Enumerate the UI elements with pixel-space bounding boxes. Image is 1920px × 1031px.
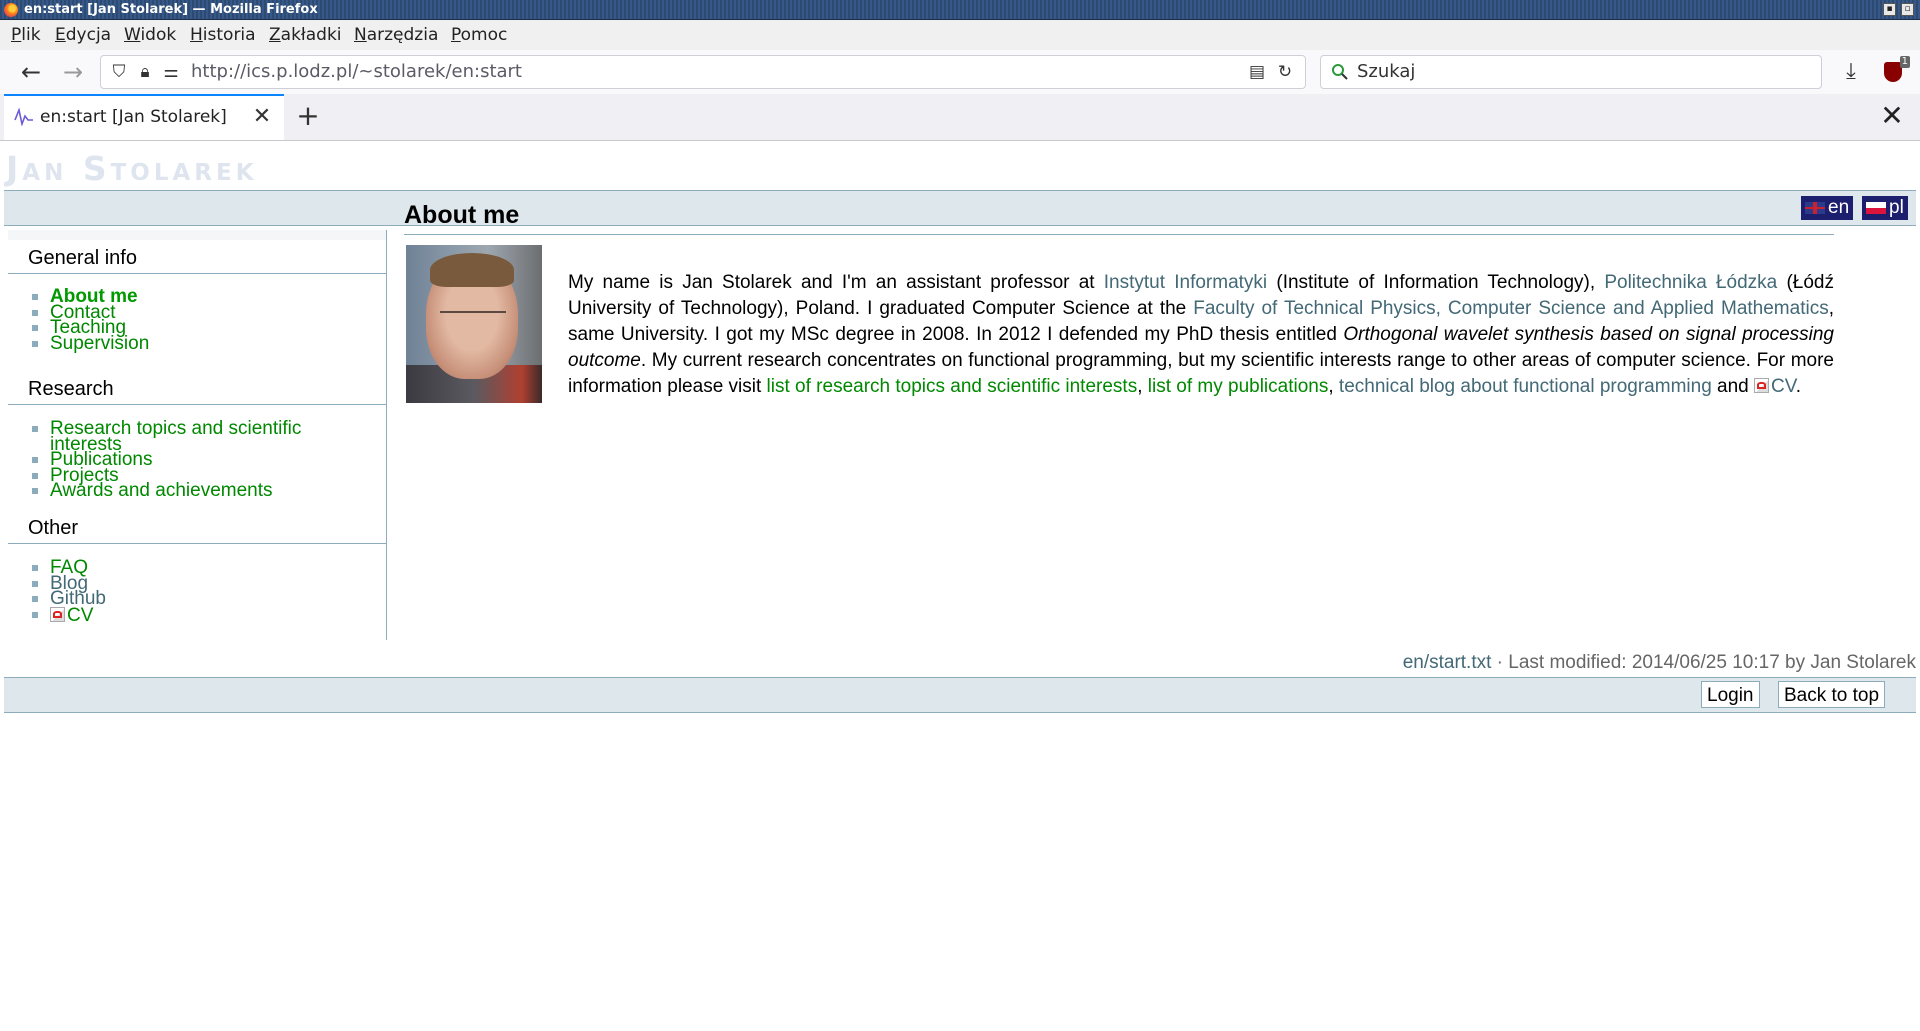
- poland-flag-icon: [1866, 201, 1886, 214]
- web-page: Jan Stolarek en pl General info About me…: [0, 141, 1920, 1031]
- window-titlebar: en:start [Jan Stolarek] — Mozilla Firefo…: [0, 0, 1920, 20]
- menubar: Plik Edycja Widok Historia Zakładki Narz…: [0, 20, 1920, 50]
- menu-edycja[interactable]: Edycja: [55, 20, 111, 50]
- pdf-icon: [50, 606, 65, 622]
- download-icon[interactable]: ⤓: [1836, 58, 1866, 86]
- search-icon: [1332, 64, 1348, 80]
- login-button[interactable]: Login: [1701, 681, 1760, 708]
- close-icon[interactable]: ✕: [1878, 102, 1906, 130]
- forward-arrow-icon[interactable]: →: [58, 58, 88, 86]
- tab-strip: en:start [Jan Stolarek] ✕ + ✕: [0, 94, 1920, 141]
- search-placeholder: Szukaj: [1357, 61, 1416, 82]
- minimize-icon[interactable]: ▪: [1883, 3, 1896, 16]
- sidebar-heading-general-info: General info: [28, 247, 137, 269]
- url-bar[interactable]: ⛉ 🔒︎ ⚌ http://ics.p.lodz.pl/~stolarek/en…: [100, 55, 1306, 89]
- link-faculty[interactable]: Faculty of Technical Physics, Computer S…: [1193, 298, 1828, 319]
- link-research-topics[interactable]: list of research topics and scientific i…: [767, 376, 1138, 397]
- sidebar-item-research-topics[interactable]: Research topics and scientific interests: [30, 419, 330, 454]
- link-cv[interactable]: CV: [1754, 376, 1796, 397]
- tab-active[interactable]: en:start [Jan Stolarek] ✕: [4, 94, 284, 140]
- close-tab-icon[interactable]: ✕: [250, 105, 274, 129]
- sidebar-list-other: FAQ Blog Github CV: [30, 558, 106, 625]
- menu-pomoc[interactable]: Pomoc: [451, 20, 507, 50]
- back-arrow-icon[interactable]: ←: [16, 58, 46, 86]
- last-modified-text: · Last modified: 2014/06/25 10:17 by Jan…: [1491, 652, 1916, 673]
- sidebar-list-general-info: About me Contact Teaching Supervision: [30, 287, 149, 352]
- back-to-top-button[interactable]: Back to top: [1778, 681, 1886, 708]
- sidebar-heading-other: Other: [28, 517, 79, 539]
- sidebar: General info About me Contact Teaching S…: [4, 230, 387, 640]
- bottom-bar: Login Back to top: [4, 677, 1916, 713]
- shield-icon[interactable]: ⛉: [109, 62, 129, 82]
- menu-narzedzia[interactable]: Narzędzia: [354, 20, 438, 50]
- sidebar-heading-research: Research: [28, 378, 114, 400]
- sidebar-list-research: Research topics and scientific interests…: [30, 419, 330, 500]
- sidebar-item-cv[interactable]: CV: [30, 606, 106, 625]
- url-text[interactable]: http://ics.p.lodz.pl/~stolarek/en:start: [191, 56, 522, 88]
- permissions-icon[interactable]: ⚌: [161, 62, 181, 82]
- sidebar-item-supervision[interactable]: Supervision: [30, 334, 149, 352]
- site-title[interactable]: Jan Stolarek: [6, 149, 258, 188]
- lock-icon[interactable]: 🔒︎: [135, 62, 155, 82]
- search-bar[interactable]: Szukaj: [1320, 55, 1822, 89]
- maximize-icon[interactable]: ▫: [1901, 3, 1914, 16]
- menu-plik[interactable]: Plik: [11, 20, 41, 50]
- wave-favicon-icon: [14, 108, 33, 126]
- ublock-extension-icon[interactable]: 1: [1878, 56, 1910, 86]
- menu-historia[interactable]: Historia: [190, 20, 256, 50]
- reader-view-icon[interactable]: ▤: [1247, 62, 1267, 82]
- menu-zakladki[interactable]: Zakładki: [269, 20, 342, 50]
- link-politechnika-lodzka[interactable]: Politechnika Łódzka: [1604, 272, 1777, 293]
- link-publications[interactable]: list of my publications: [1148, 376, 1329, 397]
- extension-badge: 1: [1899, 56, 1910, 68]
- page-file-link[interactable]: en/start.txt: [1403, 652, 1492, 673]
- window-title: en:start [Jan Stolarek] — Mozilla Firefo…: [24, 2, 318, 17]
- page-info: en/start.txt · Last modified: 2014/06/25…: [1403, 652, 1916, 674]
- sidebar-item-awards[interactable]: Awards and achievements: [30, 481, 330, 500]
- link-technical-blog[interactable]: technical blog about functional programm…: [1339, 376, 1712, 397]
- reload-icon[interactable]: ↻: [1275, 62, 1295, 82]
- link-instytut-informatyki[interactable]: Instytut Informatyki: [1104, 272, 1267, 293]
- navigation-toolbar: ← → ⛉ 🔒︎ ⚌ http://ics.p.lodz.pl/~stolare…: [0, 50, 1920, 95]
- main-content: About me My name is Jan Stolarek and I'm…: [404, 201, 1838, 403]
- tab-title: en:start [Jan Stolarek]: [40, 107, 227, 127]
- page-heading: About me: [404, 201, 1834, 235]
- menu-widok[interactable]: Widok: [124, 20, 176, 50]
- new-tab-icon[interactable]: +: [294, 102, 322, 130]
- bio-paragraph: My name is Jan Stolarek and I'm an assis…: [568, 272, 1834, 397]
- firefox-logo-icon: [4, 3, 18, 17]
- language-pl-link[interactable]: pl: [1862, 196, 1908, 220]
- pdf-icon: [1754, 378, 1770, 393]
- profile-photo: [406, 245, 542, 403]
